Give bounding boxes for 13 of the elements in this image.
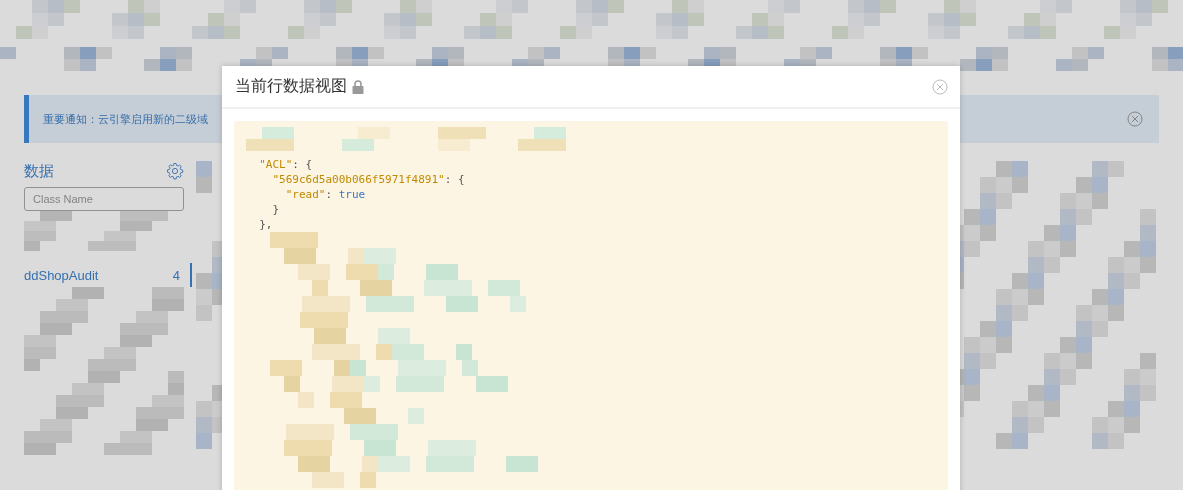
notice-text: 重要通知：云引擎启用新的二级域: [43, 111, 208, 127]
close-icon[interactable]: [932, 78, 948, 95]
close-icon[interactable]: [1127, 111, 1143, 127]
code-line: }: [271, 202, 281, 217]
code-line: "ACL": {: [258, 157, 314, 172]
code-line: },: [258, 217, 274, 232]
lock-icon: [352, 79, 364, 94]
code-line: "569c6d5a00b066f5971f4891": {: [271, 172, 466, 187]
search-field[interactable]: Class Name: [24, 187, 184, 211]
settings-icon[interactable]: [166, 162, 184, 180]
code-line: "read": true: [284, 187, 367, 202]
dialog-title: 当前行数据视图: [235, 76, 347, 97]
sidebar-title: 数据: [24, 161, 54, 181]
